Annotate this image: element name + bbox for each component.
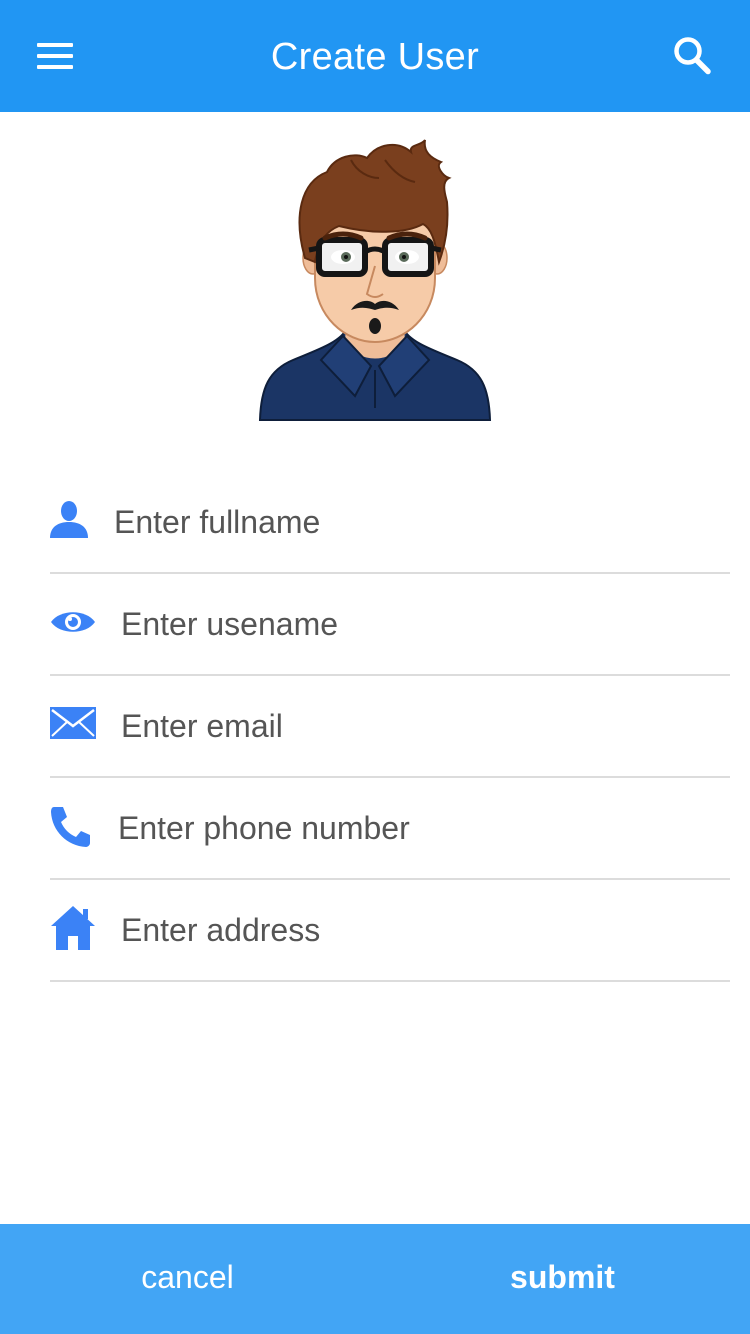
app-bar: Create User [0, 0, 750, 112]
cancel-button[interactable]: cancel [0, 1224, 375, 1334]
phone-icon [50, 805, 92, 852]
username-input[interactable] [121, 574, 730, 674]
user-avatar-illustration[interactable] [255, 138, 495, 422]
fullname-field[interactable] [50, 472, 730, 574]
envelope-icon [50, 707, 96, 744]
email-field[interactable] [50, 676, 730, 778]
address-input[interactable] [121, 880, 730, 980]
address-field[interactable] [50, 880, 730, 982]
person-icon [50, 500, 88, 543]
email-input[interactable] [121, 676, 730, 776]
phone-input[interactable] [118, 778, 730, 878]
search-icon[interactable] [668, 32, 718, 82]
page-title: Create User [270, 36, 480, 78]
username-field[interactable] [50, 574, 730, 676]
home-icon [50, 904, 96, 955]
eye-icon [50, 607, 96, 642]
action-bar: cancel submit [0, 1224, 750, 1334]
fullname-input[interactable] [114, 472, 730, 572]
phone-field[interactable] [50, 778, 730, 880]
submit-button[interactable]: submit [375, 1224, 750, 1334]
